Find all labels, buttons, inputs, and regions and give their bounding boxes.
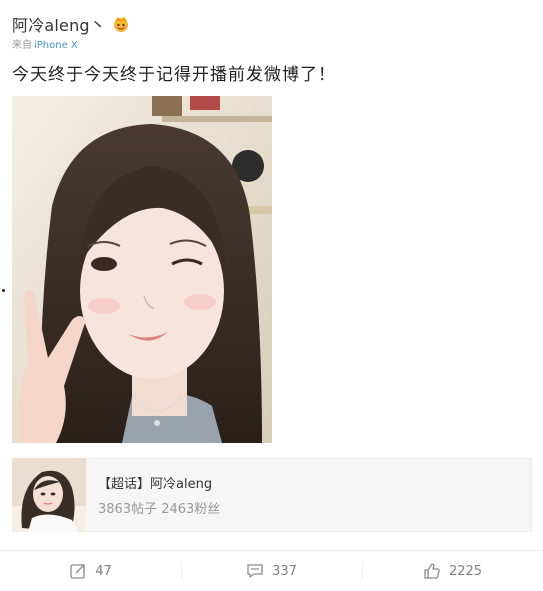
source-prefix: 来自 bbox=[12, 40, 32, 51]
post-source: 来自 iPhone X bbox=[12, 38, 532, 54]
comment-button[interactable]: 337 bbox=[181, 551, 362, 591]
topic-stats: 3863帖子 2463粉丝 bbox=[98, 502, 221, 517]
repost-count: 47 bbox=[95, 563, 112, 579]
thumbs-up-icon bbox=[423, 562, 441, 580]
comment-count: 337 bbox=[272, 563, 297, 579]
like-button[interactable]: 2225 bbox=[362, 551, 543, 591]
repost-button[interactable]: 47 bbox=[0, 551, 181, 591]
post-text: 今天终于今天终于记得开播前发微博了！ bbox=[12, 65, 336, 85]
author-name[interactable]: 阿冷aleng丶 bbox=[12, 12, 106, 36]
topic-title[interactable]: 【超话】阿冷aleng bbox=[98, 473, 220, 492]
topic-info: 【超话】阿冷aleng 3863帖子 2463粉丝 bbox=[98, 473, 220, 517]
selfie-photo-icon bbox=[12, 96, 272, 443]
vip-crown-icon[interactable] bbox=[112, 15, 130, 33]
post-header: 阿冷aleng丶 来自 iPhone X bbox=[12, 10, 532, 54]
bullet-dot bbox=[2, 289, 5, 292]
topic-avatar-icon bbox=[12, 458, 86, 532]
comment-icon bbox=[246, 562, 264, 580]
action-bar: 47 337 2225 bbox=[0, 551, 543, 591]
like-count: 2225 bbox=[448, 563, 483, 579]
repost-icon bbox=[69, 562, 87, 580]
topic-thumbnail bbox=[12, 458, 86, 532]
source-device-link[interactable]: iPhone X bbox=[34, 40, 78, 51]
post-photo[interactable] bbox=[12, 96, 272, 443]
super-topic-card[interactable]: 【超话】阿冷aleng 3863帖子 2463粉丝 bbox=[12, 458, 532, 532]
author-row: 阿冷aleng丶 bbox=[12, 10, 532, 38]
